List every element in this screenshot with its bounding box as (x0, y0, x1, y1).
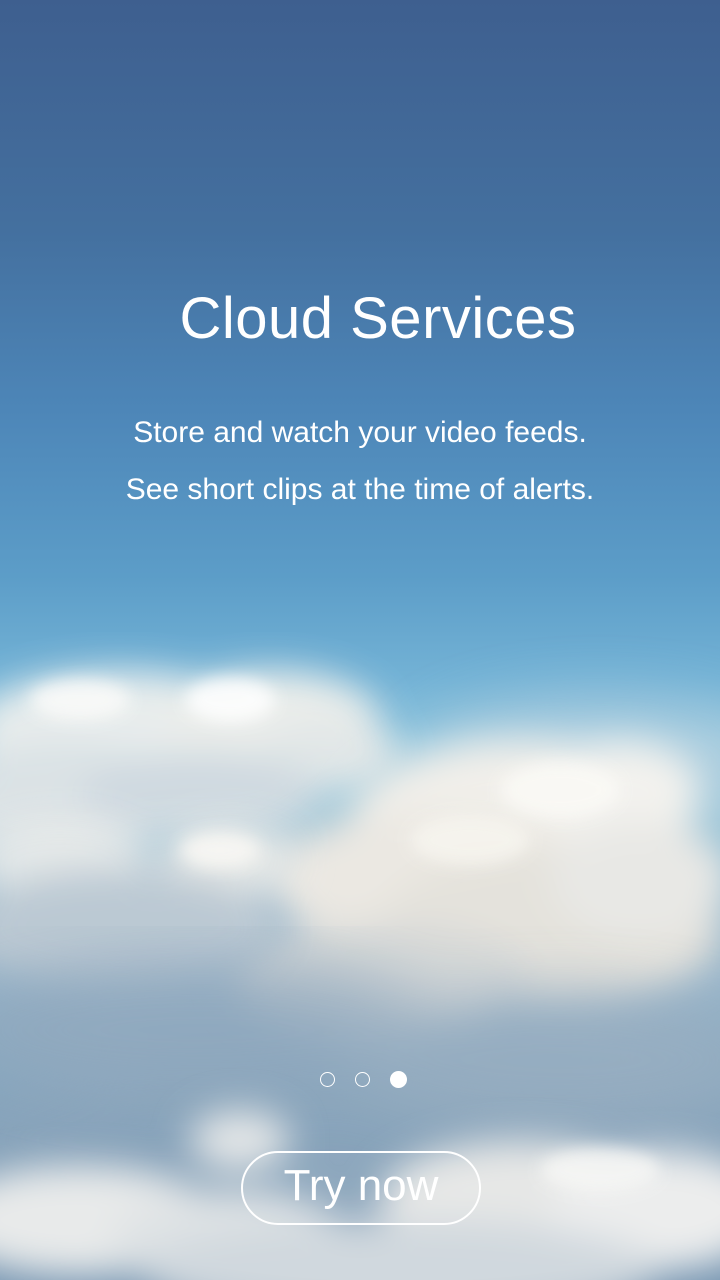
page-dot[interactable] (319, 1071, 335, 1087)
description-line: See short clips at the time of alerts. (125, 473, 595, 506)
onboarding-screen: Cloud Services Store and watch your vide… (0, 0, 720, 1280)
page-dot-active[interactable] (389, 1070, 407, 1088)
description-line: Store and watch your video feeds. (133, 416, 587, 449)
try-now-button[interactable]: Try now (241, 1151, 481, 1225)
page-indicator (0, 1068, 720, 1090)
page-title: Cloud Services (179, 286, 577, 351)
page-dot[interactable] (354, 1071, 370, 1087)
